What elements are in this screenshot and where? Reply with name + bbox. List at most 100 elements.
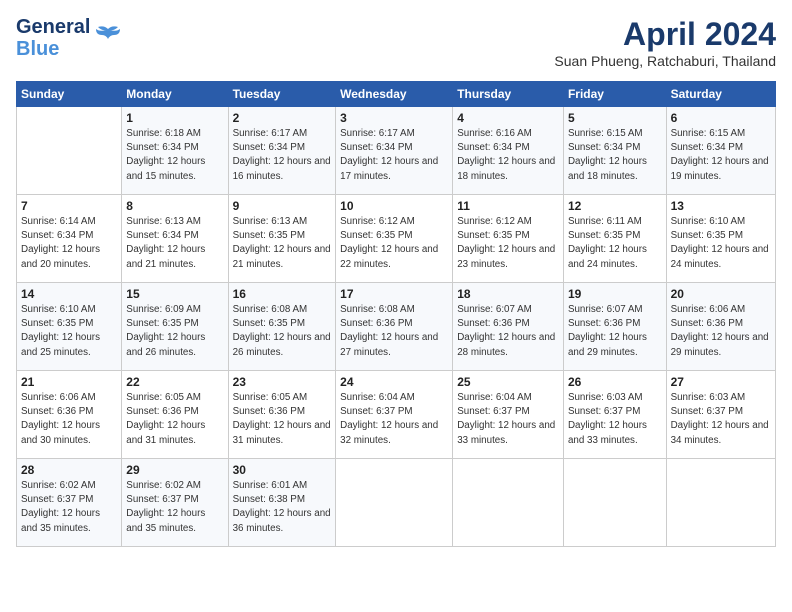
logo-bird-icon bbox=[94, 25, 122, 52]
day-number: 30 bbox=[233, 463, 332, 477]
calendar-cell: 22 Sunrise: 6:05 AMSunset: 6:36 PMDayligh… bbox=[122, 371, 228, 459]
calendar-cell: 2 Sunrise: 6:17 AMSunset: 6:34 PMDaylight… bbox=[228, 107, 336, 195]
day-number: 6 bbox=[671, 111, 771, 125]
weekday-header-sunday: Sunday bbox=[17, 82, 122, 107]
day-number: 12 bbox=[568, 199, 662, 213]
page-header: General Blue April 2024 Suan Phueng, Rat… bbox=[16, 16, 776, 69]
day-number: 21 bbox=[21, 375, 117, 389]
week-row-2: 7 Sunrise: 6:14 AMSunset: 6:34 PMDaylight… bbox=[17, 195, 776, 283]
day-info: Sunrise: 6:03 AMSunset: 6:37 PMDaylight:… bbox=[671, 391, 771, 448]
day-number: 15 bbox=[126, 287, 223, 301]
day-info: Sunrise: 6:09 AMSunset: 6:35 PMDaylight:… bbox=[126, 303, 223, 360]
weekday-header-thursday: Thursday bbox=[453, 82, 564, 107]
day-number: 24 bbox=[340, 375, 448, 389]
location-title: Suan Phueng, Ratchaburi, Thailand bbox=[554, 53, 776, 69]
day-number: 2 bbox=[233, 111, 332, 125]
calendar-cell: 27Sunrise: 6:03 AMSunset: 6:37 PMDayligh… bbox=[666, 371, 775, 459]
day-info: Sunrise: 6:13 AMSunset: 6:34 PMDaylight:… bbox=[126, 215, 223, 272]
weekday-header-tuesday: Tuesday bbox=[228, 82, 336, 107]
day-info: Sunrise: 6:17 AMSunset: 6:34 PMDaylight:… bbox=[340, 127, 448, 184]
day-info: Sunrise: 6:03 AMSunset: 6:37 PMDaylight:… bbox=[568, 391, 662, 448]
day-info: Sunrise: 6:18 AMSunset: 6:34 PMDaylight:… bbox=[126, 127, 223, 184]
day-number: 25 bbox=[457, 375, 559, 389]
day-number: 7 bbox=[21, 199, 117, 213]
calendar-cell: 28 Sunrise: 6:02 AMSunset: 6:37 PMDayligh… bbox=[17, 459, 122, 547]
day-number: 29 bbox=[126, 463, 223, 477]
calendar-cell: 11 Sunrise: 6:12 AMSunset: 6:35 PMDayligh… bbox=[453, 195, 564, 283]
calendar-cell bbox=[17, 107, 122, 195]
day-info: Sunrise: 6:12 AMSunset: 6:35 PMDaylight:… bbox=[340, 215, 448, 272]
day-number: 28 bbox=[21, 463, 117, 477]
calendar-cell: 17Sunrise: 6:08 AMSunset: 6:36 PMDayligh… bbox=[336, 283, 453, 371]
day-info: Sunrise: 6:07 AMSunset: 6:36 PMDaylight:… bbox=[568, 303, 662, 360]
day-info: Sunrise: 6:08 AMSunset: 6:35 PMDaylight:… bbox=[233, 303, 332, 360]
day-number: 9 bbox=[233, 199, 332, 213]
day-info: Sunrise: 6:12 AMSunset: 6:35 PMDaylight:… bbox=[457, 215, 559, 272]
day-number: 16 bbox=[233, 287, 332, 301]
calendar-cell: 14 Sunrise: 6:10 AMSunset: 6:35 PMDayligh… bbox=[17, 283, 122, 371]
day-number: 22 bbox=[126, 375, 223, 389]
day-info: Sunrise: 6:14 AMSunset: 6:34 PMDaylight:… bbox=[21, 215, 117, 272]
calendar-cell: 1 Sunrise: 6:18 AMSunset: 6:34 PMDaylight… bbox=[122, 107, 228, 195]
day-number: 17 bbox=[340, 287, 448, 301]
day-number: 4 bbox=[457, 111, 559, 125]
calendar-cell: 16 Sunrise: 6:08 AMSunset: 6:35 PMDayligh… bbox=[228, 283, 336, 371]
day-number: 19 bbox=[568, 287, 662, 301]
day-number: 14 bbox=[21, 287, 117, 301]
calendar-cell: 15 Sunrise: 6:09 AMSunset: 6:35 PMDayligh… bbox=[122, 283, 228, 371]
day-number: 3 bbox=[340, 111, 448, 125]
day-info: Sunrise: 6:17 AMSunset: 6:34 PMDaylight:… bbox=[233, 127, 332, 184]
calendar-cell: 13Sunrise: 6:10 AMSunset: 6:35 PMDayligh… bbox=[666, 195, 775, 283]
calendar-cell: 8 Sunrise: 6:13 AMSunset: 6:34 PMDaylight… bbox=[122, 195, 228, 283]
title-block: April 2024 Suan Phueng, Ratchaburi, Thai… bbox=[554, 16, 776, 69]
calendar-cell bbox=[563, 459, 666, 547]
calendar-cell: 25Sunrise: 6:04 AMSunset: 6:37 PMDayligh… bbox=[453, 371, 564, 459]
week-row-3: 14 Sunrise: 6:10 AMSunset: 6:35 PMDayligh… bbox=[17, 283, 776, 371]
calendar-cell bbox=[336, 459, 453, 547]
day-number: 1 bbox=[126, 111, 223, 125]
calendar-table: SundayMondayTuesdayWednesdayThursdayFrid… bbox=[16, 81, 776, 547]
logo-line2: Blue bbox=[16, 38, 90, 60]
weekday-header-wednesday: Wednesday bbox=[336, 82, 453, 107]
day-info: Sunrise: 6:02 AMSunset: 6:37 PMDaylight:… bbox=[126, 479, 223, 536]
day-info: Sunrise: 6:11 AMSunset: 6:35 PMDaylight:… bbox=[568, 215, 662, 272]
calendar-cell: 19 Sunrise: 6:07 AMSunset: 6:36 PMDayligh… bbox=[563, 283, 666, 371]
calendar-cell: 6 Sunrise: 6:15 AMSunset: 6:34 PMDaylight… bbox=[666, 107, 775, 195]
day-number: 8 bbox=[126, 199, 223, 213]
calendar-cell: 23 Sunrise: 6:05 AMSunset: 6:36 PMDayligh… bbox=[228, 371, 336, 459]
day-info: Sunrise: 6:02 AMSunset: 6:37 PMDaylight:… bbox=[21, 479, 117, 536]
weekday-header-friday: Friday bbox=[563, 82, 666, 107]
calendar-cell: 26 Sunrise: 6:03 AMSunset: 6:37 PMDayligh… bbox=[563, 371, 666, 459]
day-number: 10 bbox=[340, 199, 448, 213]
calendar-cell: 5Sunrise: 6:15 AMSunset: 6:34 PMDaylight… bbox=[563, 107, 666, 195]
day-info: Sunrise: 6:13 AMSunset: 6:35 PMDaylight:… bbox=[233, 215, 332, 272]
day-number: 20 bbox=[671, 287, 771, 301]
day-info: Sunrise: 6:15 AMSunset: 6:34 PMDaylight:… bbox=[671, 127, 771, 184]
day-info: Sunrise: 6:10 AMSunset: 6:35 PMDaylight:… bbox=[21, 303, 117, 360]
day-info: Sunrise: 6:06 AMSunset: 6:36 PMDaylight:… bbox=[21, 391, 117, 448]
calendar-cell: 10 Sunrise: 6:12 AMSunset: 6:35 PMDayligh… bbox=[336, 195, 453, 283]
day-number: 13 bbox=[671, 199, 771, 213]
calendar-cell: 3 Sunrise: 6:17 AMSunset: 6:34 PMDaylight… bbox=[336, 107, 453, 195]
logo: General Blue bbox=[16, 16, 122, 60]
calendar-cell: 9 Sunrise: 6:13 AMSunset: 6:35 PMDaylight… bbox=[228, 195, 336, 283]
week-row-1: 1 Sunrise: 6:18 AMSunset: 6:34 PMDaylight… bbox=[17, 107, 776, 195]
logo-line1: General bbox=[16, 16, 90, 38]
day-number: 5 bbox=[568, 111, 662, 125]
weekday-header-saturday: Saturday bbox=[666, 82, 775, 107]
day-info: Sunrise: 6:05 AMSunset: 6:36 PMDaylight:… bbox=[233, 391, 332, 448]
day-number: 11 bbox=[457, 199, 559, 213]
day-info: Sunrise: 6:05 AMSunset: 6:36 PMDaylight:… bbox=[126, 391, 223, 448]
day-number: 23 bbox=[233, 375, 332, 389]
weekday-header-row: SundayMondayTuesdayWednesdayThursdayFrid… bbox=[17, 82, 776, 107]
day-info: Sunrise: 6:01 AMSunset: 6:38 PMDaylight:… bbox=[233, 479, 332, 536]
day-info: Sunrise: 6:04 AMSunset: 6:37 PMDaylight:… bbox=[340, 391, 448, 448]
day-number: 26 bbox=[568, 375, 662, 389]
day-info: Sunrise: 6:06 AMSunset: 6:36 PMDaylight:… bbox=[671, 303, 771, 360]
week-row-4: 21 Sunrise: 6:06 AMSunset: 6:36 PMDayligh… bbox=[17, 371, 776, 459]
day-info: Sunrise: 6:16 AMSunset: 6:34 PMDaylight:… bbox=[457, 127, 559, 184]
month-title: April 2024 bbox=[554, 16, 776, 53]
calendar-cell: 21 Sunrise: 6:06 AMSunset: 6:36 PMDayligh… bbox=[17, 371, 122, 459]
calendar-cell: 24 Sunrise: 6:04 AMSunset: 6:37 PMDayligh… bbox=[336, 371, 453, 459]
calendar-cell: 7 Sunrise: 6:14 AMSunset: 6:34 PMDaylight… bbox=[17, 195, 122, 283]
